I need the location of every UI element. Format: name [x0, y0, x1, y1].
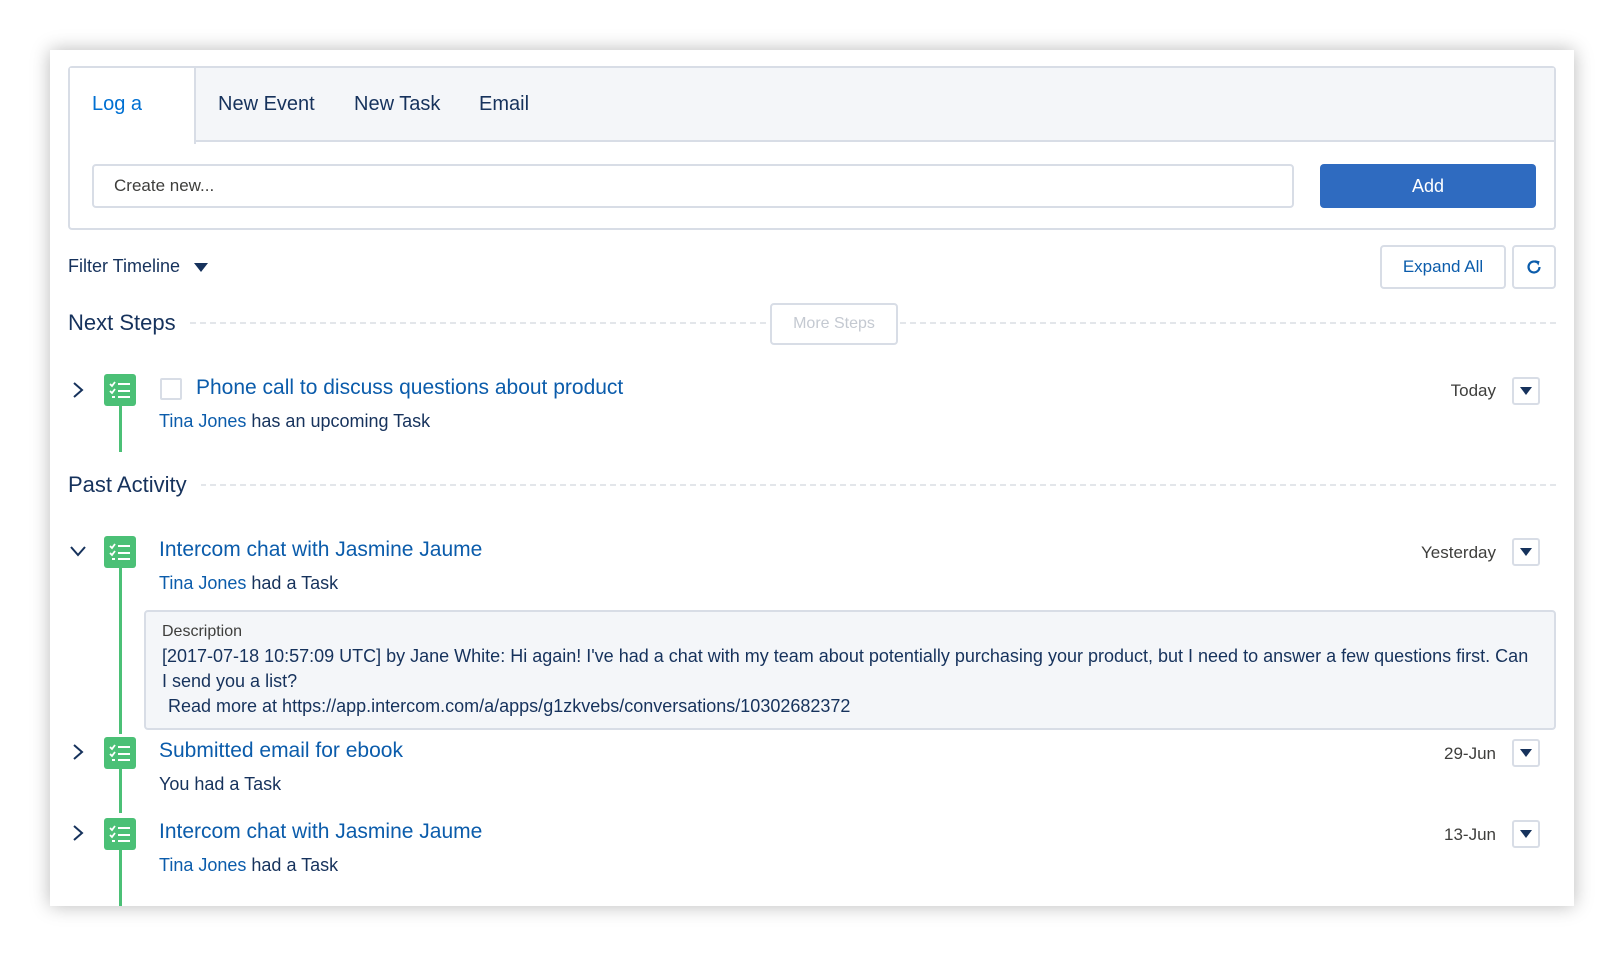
activity-menu-button[interactable]	[1512, 538, 1540, 566]
activity-description-panel: Description [2017-07-18 10:57:09 UTC] by…	[144, 610, 1556, 730]
activity-menu-button[interactable]	[1512, 377, 1540, 405]
dropdown-caret-icon	[1520, 830, 1532, 838]
actor-link[interactable]: Tina Jones	[159, 855, 246, 875]
dropdown-caret-icon	[1520, 548, 1532, 556]
create-new-input[interactable]	[92, 164, 1294, 208]
chevron-right-icon[interactable]	[68, 823, 88, 843]
chevron-down-icon[interactable]	[68, 541, 88, 561]
task-complete-checkbox[interactable]	[160, 378, 182, 400]
tab-new-event[interactable]: New Event	[218, 68, 315, 142]
activity-menu-button[interactable]	[1512, 739, 1540, 767]
timeline-line	[119, 850, 122, 906]
dropdown-caret-icon	[1520, 387, 1532, 395]
timeline-line	[119, 568, 122, 734]
expand-all-button[interactable]: Expand All	[1380, 245, 1506, 289]
composer-tabs: Log a Call New Event New Task Email	[70, 68, 1554, 187]
task-icon	[104, 536, 136, 568]
filter-timeline-dropdown[interactable]: Filter Timeline	[68, 256, 209, 277]
description-label: Description	[162, 623, 243, 640]
description-body: [2017-07-18 10:57:09 UTC] by Jane White:…	[162, 646, 1529, 691]
task-icon	[104, 374, 136, 406]
activity-title[interactable]: Phone call to discuss questions about pr…	[196, 376, 623, 400]
activity-title[interactable]: Intercom chat with Jasmine Jaume	[159, 820, 482, 844]
tab-log-a-call[interactable]: Log a Call	[70, 68, 196, 187]
activity-composer: Log a Call New Event New Task Email Add	[68, 66, 1556, 230]
filter-timeline-label: Filter Timeline	[68, 256, 181, 276]
chevron-right-icon[interactable]	[68, 380, 88, 400]
section-divider	[200, 484, 1556, 486]
task-icon	[104, 737, 136, 769]
timeline-line	[119, 406, 122, 452]
refresh-icon	[1527, 260, 1541, 274]
activity-menu-button[interactable]	[1512, 820, 1540, 848]
actor-link[interactable]: Tina Jones	[159, 411, 246, 431]
tab-email[interactable]: Email	[479, 68, 529, 142]
past-activity-heading: Past Activity	[68, 472, 201, 498]
next-steps-heading: Next Steps	[68, 310, 190, 336]
refresh-button[interactable]	[1512, 245, 1556, 289]
activity-title[interactable]: Submitted email for ebook	[159, 739, 403, 763]
task-icon	[104, 818, 136, 850]
activity-title[interactable]: Intercom chat with Jasmine Jaume	[159, 538, 482, 562]
chevron-right-icon[interactable]	[68, 742, 88, 762]
summary-text: had a Task	[251, 855, 339, 875]
activity-summary: Tina Jones had a Task	[159, 573, 338, 594]
more-steps-button[interactable]: More Steps	[770, 303, 898, 345]
activity-timeline-card: Log a Call New Event New Task Email Add …	[50, 50, 1574, 906]
activity-date: Today	[1450, 381, 1496, 400]
summary-text: had a Task	[251, 573, 339, 593]
add-button[interactable]: Add	[1320, 164, 1536, 208]
dropdown-caret-icon	[1520, 749, 1532, 757]
timeline-line	[119, 769, 122, 813]
dropdown-caret-icon	[194, 263, 209, 272]
activity-date: 29-Jun	[1444, 744, 1496, 763]
description-read-more: Read more at https://app.intercom.com/a/…	[168, 696, 851, 716]
activity-summary: Tina Jones had a Task	[159, 855, 338, 876]
activity-summary: You had a Task	[159, 774, 282, 794]
tab-new-task[interactable]: New Task	[354, 68, 440, 142]
activity-summary: Tina Jones has an upcoming Task	[159, 411, 430, 432]
actor-link[interactable]: Tina Jones	[159, 573, 246, 593]
summary-text: has an upcoming Task	[251, 411, 431, 431]
activity-date: Yesterday	[1421, 543, 1496, 562]
activity-date: 13-Jun	[1444, 825, 1496, 844]
